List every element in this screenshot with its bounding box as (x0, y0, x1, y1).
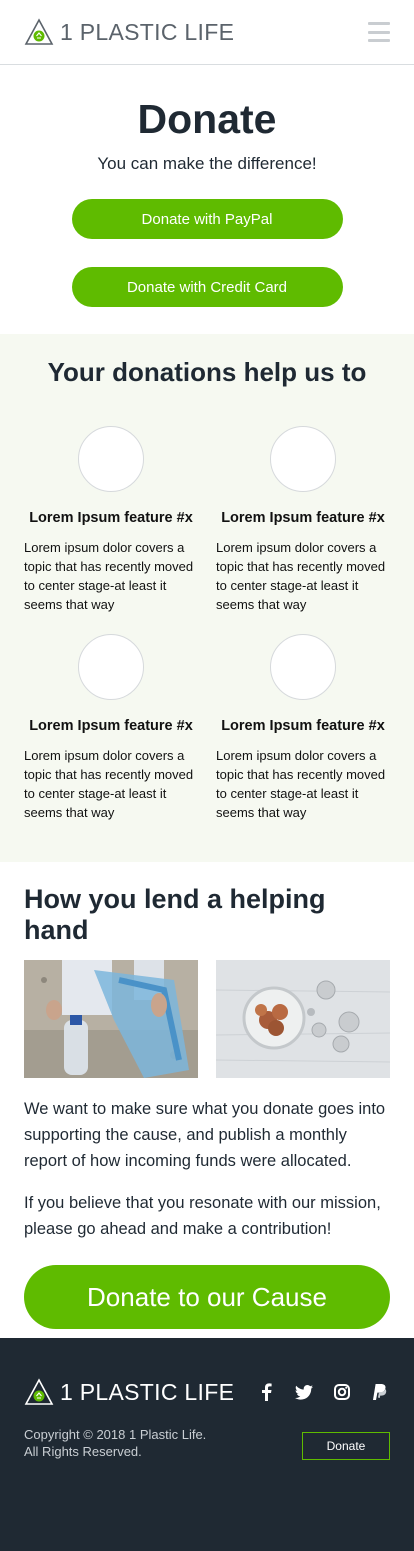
features-section: Your donations help us to Lorem Ipsum fe… (0, 334, 414, 862)
feature-description: Lorem ipsum dolor covers a topic that ha… (24, 748, 194, 820)
feature-card: Lorem Ipsum feature #x Lorem ipsum dolor… (216, 426, 390, 614)
feature-description: Lorem ipsum dolor covers a topic that ha… (216, 540, 386, 612)
help-paragraph-2: If you believe that you resonate with ou… (24, 1194, 381, 1238)
feature-title: Lorem Ipsum feature #x (221, 510, 385, 526)
plastic-bottles-photo (24, 960, 198, 1078)
social-links (256, 1382, 390, 1402)
instagram-icon[interactable] (332, 1382, 352, 1402)
feature-card: Lorem Ipsum feature #x Lorem ipsum dolor… (24, 634, 198, 822)
footer-logo-text: 1 PLASTIC LIFE (60, 1378, 235, 1405)
donate-credit-card-button[interactable]: Donate with Credit Card (71, 267, 343, 307)
feature-card: Lorem Ipsum feature #x Lorem ipsum dolor… (216, 634, 390, 822)
feature-image-placeholder (270, 426, 336, 492)
copyright-line-1: Copyright © 2018 1 Plastic Life. (24, 1427, 207, 1442)
footer-logo[interactable]: 1 PLASTIC LIFE (24, 1378, 234, 1406)
feature-card: Lorem Ipsum feature #x Lorem ipsum dolor… (24, 426, 198, 614)
feature-image-placeholder (78, 426, 144, 492)
donate-hero: Donate You can make the difference! Dona… (0, 65, 414, 334)
copyright: Copyright © 2018 1 Plastic Life. All Rig… (24, 1426, 206, 1460)
helping-hand-heading: How you lend a helping hand (24, 884, 326, 945)
feature-description: Lorem ipsum dolor covers a topic that ha… (216, 748, 386, 820)
helping-hand-section: How you lend a helping hand We want to m… (0, 862, 414, 1338)
footer-donate-button[interactable]: Donate (302, 1432, 390, 1460)
donate-paypal-button[interactable]: Donate with PayPal (71, 199, 343, 239)
hamburger-icon[interactable] (368, 22, 390, 42)
paypal-icon[interactable] (370, 1382, 390, 1402)
features-grid: Lorem Ipsum feature #x Lorem ipsum dolor… (0, 426, 414, 822)
donate-to-cause-button[interactable]: Donate to our Cause (24, 1265, 390, 1329)
copyright-line-2: All Rights Reserved. (24, 1444, 142, 1459)
tagline: You can make the difference! (97, 154, 317, 173)
feature-image-placeholder (78, 634, 144, 700)
feature-description: Lorem ipsum dolor covers a topic that ha… (24, 540, 194, 612)
facebook-icon[interactable] (256, 1382, 276, 1402)
features-heading: Your donations help us to (47, 357, 367, 387)
recycle-triangle-logo-icon (24, 1378, 54, 1405)
feature-title: Lorem Ipsum feature #x (29, 510, 193, 526)
footer-top-row: 1 PLASTIC LIFE (24, 1378, 390, 1406)
twitter-icon[interactable] (294, 1382, 314, 1402)
page-title: Donate (137, 96, 277, 142)
footer-bottom-row: Copyright © 2018 1 Plastic Life. All Rig… (24, 1426, 390, 1460)
feature-image-placeholder (270, 634, 336, 700)
photo-row (24, 960, 390, 1078)
help-paragraph-1: We want to make sure what you donate goe… (24, 1100, 386, 1170)
recycle-triangle-logo-icon (24, 18, 54, 45)
site-header: 1 PLASTIC LIFE (0, 0, 414, 65)
site-footer: 1 PLASTIC LIFE Copyright © 2018 1 Plasti… (0, 1338, 414, 1551)
feature-title: Lorem Ipsum feature #x (221, 718, 385, 734)
feature-title: Lorem Ipsum feature #x (29, 718, 193, 734)
coin-jar-photo (216, 960, 390, 1078)
logo[interactable]: 1 PLASTIC LIFE (24, 18, 234, 46)
logo-text: 1 PLASTIC LIFE (60, 18, 235, 45)
